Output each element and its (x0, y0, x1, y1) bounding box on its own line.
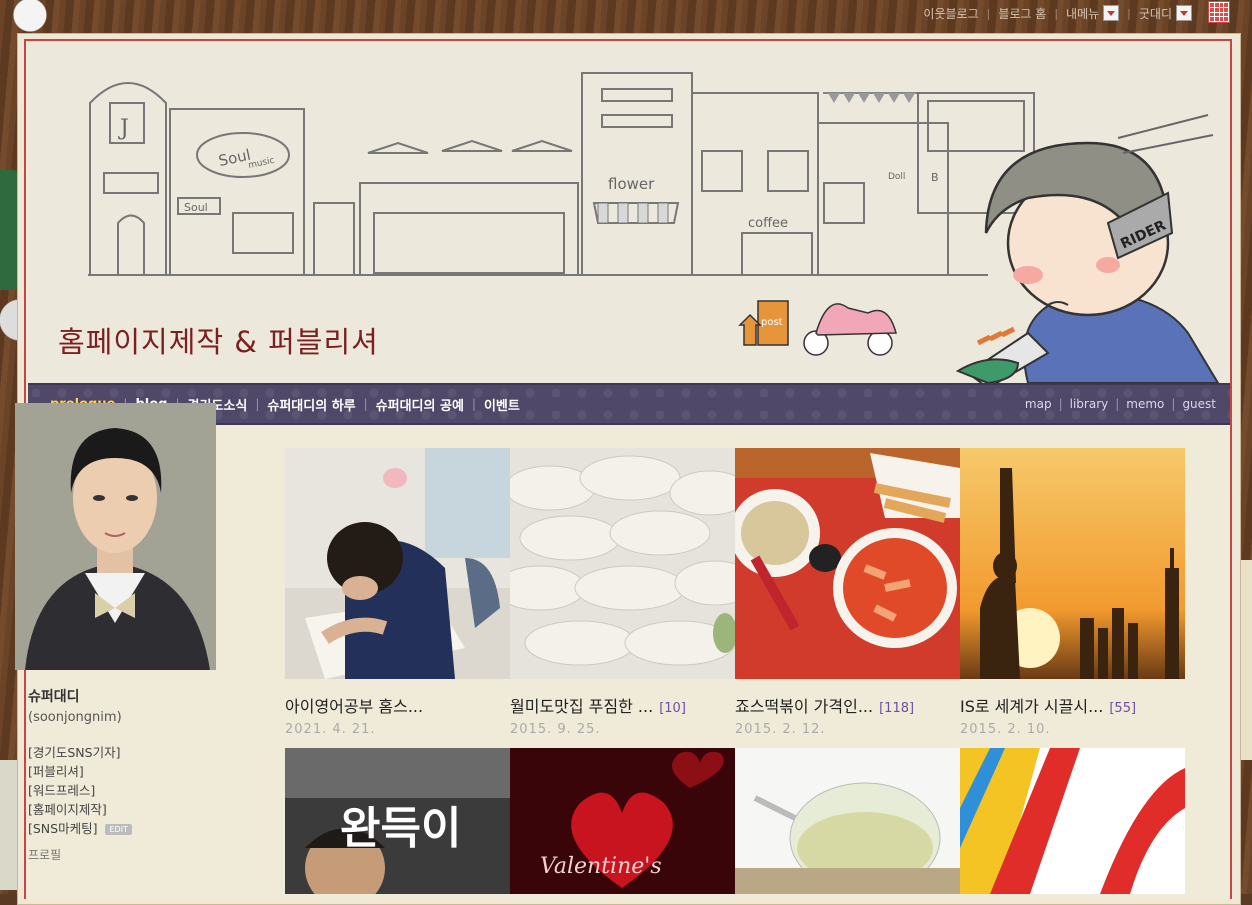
rider-character: RIDER (955, 114, 1220, 383)
blog-header: J Soul music Soul flower coffee Doll B R… (28, 43, 1230, 383)
post-thumbnail[interactable] (735, 748, 960, 894)
post-card[interactable]: 완득이 (285, 748, 510, 894)
post-card[interactable] (960, 748, 1185, 894)
profile-tag: [경기도SNS기자] (28, 745, 121, 760)
post-thumbnail[interactable] (285, 448, 510, 679)
nav-item-map[interactable]: map (1025, 397, 1052, 411)
nav-item-event[interactable]: 이벤트 (484, 395, 520, 414)
profile-tag: [홈페이지제작] (28, 802, 107, 817)
header-sign: B (931, 171, 939, 184)
header-sign: Doll (888, 172, 905, 182)
header-sign: Soul (217, 146, 252, 170)
edit-button[interactable]: EDIT (105, 824, 132, 835)
chevron-down-icon[interactable] (1176, 5, 1192, 21)
post-thumbnail[interactable] (735, 448, 960, 679)
comment-count: [55] (1109, 701, 1137, 716)
profile-name: 슈퍼대디 (28, 689, 80, 705)
post-card[interactable]: IS로 세계가 시끌시... [55] 2015. 2. 10. (960, 448, 1185, 737)
post-title[interactable]: IS로 세계가 시끌시... (960, 693, 1103, 717)
top-bar: 이웃블로그 | 블로그 홈 | 내메뉴 | 굿대디 (0, 0, 1252, 30)
post-date: 2021. 4. 21. (285, 722, 376, 737)
desk-decoration (0, 760, 18, 890)
post-thumbnail[interactable] (960, 748, 1185, 894)
profile-photo[interactable] (15, 403, 216, 670)
profile-tag: [퍼블리셔] (28, 764, 84, 779)
post-date: 2015. 2. 10. (960, 722, 1051, 737)
header-sign: coffee (748, 216, 788, 231)
post-thumbnail[interactable]: Valentine's (510, 748, 735, 894)
blog-title[interactable]: 홈페이지제작 & 퍼블리셔 (58, 319, 379, 361)
post-title[interactable]: 아이영어공부 홈스... (285, 693, 423, 717)
movie-title-text: 완득이 (340, 803, 461, 854)
neighbor-blog-link[interactable]: 이웃블로그 (923, 5, 978, 22)
profile-tag: [SNS마케팅] (28, 821, 98, 836)
nav-item-superdaddy-craft[interactable]: 슈퍼대디의 공예 (376, 395, 464, 414)
header-sign: music (247, 156, 275, 171)
user-menu-link[interactable]: 굿대디 (1139, 5, 1172, 22)
post-card[interactable] (735, 748, 960, 894)
post-title[interactable]: 월미도맛집 푸짐한 ... (510, 693, 653, 717)
post-and-scooter: post (738, 300, 897, 356)
apps-grid-icon[interactable] (1208, 1, 1230, 23)
my-menu-link[interactable]: 내메뉴 (1066, 5, 1099, 22)
header-sign: Soul (184, 201, 208, 214)
post-date: 2015. 2. 12. (735, 722, 826, 737)
nav-item-memo[interactable]: memo (1126, 397, 1164, 411)
header-sign: J (118, 116, 129, 141)
chevron-down-icon[interactable] (1103, 5, 1120, 21)
post-card[interactable]: 월미도맛집 푸짐한 ... [10] 2015. 9. 25. (510, 448, 735, 737)
comment-count: [118] (879, 701, 915, 716)
post-card[interactable]: 죠스떡볶이 가격인... [118] 2015. 2. 12. (735, 448, 960, 737)
post-card[interactable]: Valentine's (510, 748, 735, 894)
profile-tag: [워드프레스] (28, 783, 96, 798)
blog-home-link[interactable]: 블로그 홈 (998, 5, 1046, 22)
profile-link[interactable]: 프로필 (28, 846, 61, 863)
profile-id: (soonjongnim) (28, 710, 122, 725)
header-sign: post (761, 317, 783, 328)
nav-item-library[interactable]: library (1070, 397, 1109, 411)
post-title[interactable]: 죠스떡볶이 가격인... (735, 693, 873, 717)
nav-item-superdaddy-day[interactable]: 슈퍼대디의 하루 (267, 395, 355, 414)
header-sign: flower (608, 175, 655, 193)
post-thumbnail[interactable] (960, 448, 1185, 679)
profile-tags: [경기도SNS기자] [퍼블리셔] [워드프레스] [홈페이지제작] [SNS마… (28, 743, 132, 838)
valentine-text: Valentine's (540, 854, 662, 879)
post-date: 2015. 9. 25. (510, 722, 601, 737)
post-thumbnail[interactable] (510, 448, 735, 679)
nav-item-guest[interactable]: guest (1182, 397, 1216, 411)
comment-count: [10] (659, 701, 686, 716)
post-card[interactable]: 아이영어공부 홈스... 2021. 4. 21. (285, 448, 510, 737)
post-thumbnail[interactable]: 완득이 (285, 748, 510, 894)
